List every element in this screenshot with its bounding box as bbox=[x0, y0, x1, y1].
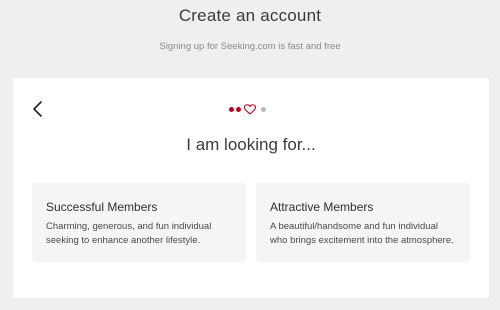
progress-dot-2 bbox=[236, 106, 241, 112]
option-title: Attractive Members bbox=[270, 200, 374, 214]
option-description-line: who brings excitement into the atmospher… bbox=[270, 235, 454, 246]
option-attractive-members[interactable]: Attractive Members A beautiful/handsome … bbox=[256, 183, 470, 262]
option-description-line: A beautiful/handsome and fun individual bbox=[270, 221, 438, 232]
option-successful-members[interactable]: Successful Members Charming, generous, a… bbox=[32, 183, 246, 262]
option-description-line: seeking to enhance another lifestyle. bbox=[46, 235, 201, 246]
page-subtitle: Signing up for Seeking.com is fast and f… bbox=[159, 41, 341, 52]
option-description: Charming, generous, and fun individual s… bbox=[46, 220, 232, 248]
progress-indicator bbox=[229, 103, 266, 115]
back-button[interactable] bbox=[31, 100, 45, 118]
chevron-left-icon bbox=[33, 101, 42, 117]
page-title: Create an account bbox=[178, 6, 322, 25]
option-description: A beautiful/handsome and fun individual … bbox=[270, 220, 456, 248]
heart-icon bbox=[244, 103, 256, 115]
progress-dot-1 bbox=[229, 106, 234, 112]
option-description-line: Charming, generous, and fun individual bbox=[46, 221, 212, 232]
option-title: Successful Members bbox=[46, 200, 158, 214]
progress-dot-4 bbox=[261, 106, 266, 112]
question-heading: I am looking for... bbox=[186, 135, 316, 154]
signup-card: I am looking for... Successful Members C… bbox=[13, 78, 489, 298]
